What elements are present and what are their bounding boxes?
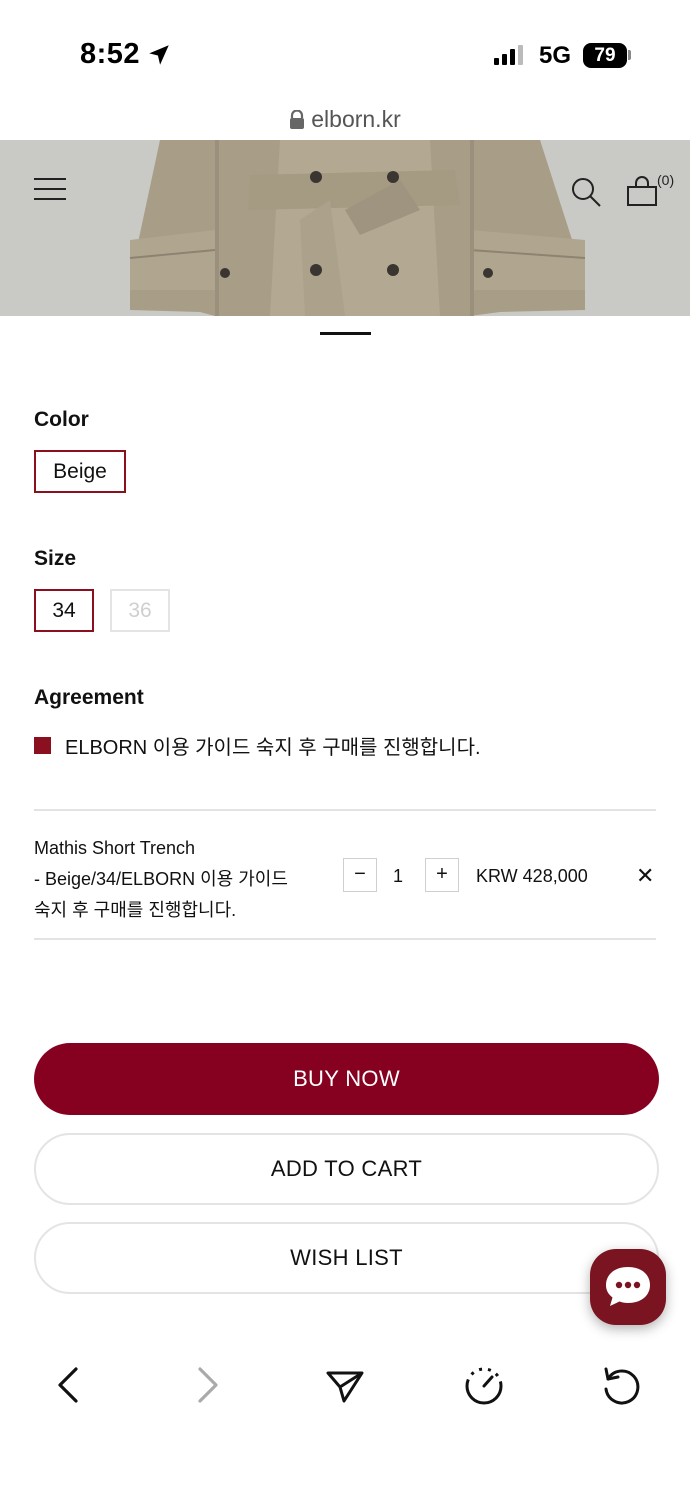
agreement-text: ELBORN 이용 가이드 숙지 후 구매를 진행합니다. xyxy=(65,737,481,759)
divider-top xyxy=(34,809,656,811)
shopping-bag-icon[interactable] xyxy=(626,176,658,208)
location-arrow-icon xyxy=(149,45,169,65)
trench-coat-image xyxy=(0,140,690,316)
reload-icon[interactable] xyxy=(600,1365,642,1407)
remove-item-icon[interactable]: ✕ xyxy=(636,863,654,889)
network-type: 5G xyxy=(539,42,572,69)
divider-bottom xyxy=(34,938,656,940)
chat-bubble-icon xyxy=(606,1267,650,1306)
quantity-value: 1 xyxy=(392,866,403,886)
color-option-beige[interactable]: Beige xyxy=(34,450,126,493)
lock-icon xyxy=(290,109,305,129)
status-time: 8:52 xyxy=(80,38,141,70)
product-image[interactable] xyxy=(0,140,690,316)
selected-item-name: Mathis Short Trench - Beige/34/ELBORN 이용… xyxy=(34,833,324,926)
selected-item-title: Mathis Short Trench xyxy=(34,838,196,858)
status-bar: 8:52 5G 79 xyxy=(0,0,690,100)
agreement-checkbox[interactable] xyxy=(34,737,51,754)
back-icon[interactable] xyxy=(54,1365,84,1405)
size-option-36: 36 xyxy=(110,589,170,632)
selected-item-options: - Beige/34/ELBORN 이용 가이드 xyxy=(34,869,288,889)
add-to-cart-button[interactable]: ADD TO CART xyxy=(34,1133,659,1205)
agreement-option[interactable]: ELBORN 이용 가이드 숙지 후 구매를 진행합니다. xyxy=(34,731,481,760)
wish-list-button[interactable]: WISH LIST xyxy=(34,1222,659,1294)
url-bar[interactable]: elborn.kr xyxy=(0,100,690,140)
menu-icon[interactable] xyxy=(34,178,66,204)
search-icon[interactable] xyxy=(570,176,602,208)
quantity-decrease-button[interactable]: − xyxy=(343,858,377,892)
forward-icon xyxy=(198,1367,218,1403)
browser-toolbar xyxy=(0,1345,690,1500)
selected-item-options-cont: 숙지 후 구매를 진행합니다. xyxy=(34,900,237,920)
size-label: Size xyxy=(34,547,77,570)
signal-icon xyxy=(494,45,523,65)
url-text: elborn.kr xyxy=(311,106,401,132)
buy-now-button[interactable]: BUY NOW xyxy=(34,1043,659,1115)
item-price: KRW 428,000 xyxy=(476,866,588,886)
quantity-increase-button[interactable]: + xyxy=(425,858,459,892)
battery-tip xyxy=(628,50,631,60)
speed-dial-icon[interactable] xyxy=(463,1365,505,1407)
slide-indicator xyxy=(320,332,371,335)
agreement-label: Agreement xyxy=(34,686,144,709)
color-label: Color xyxy=(34,408,89,431)
chat-button[interactable] xyxy=(590,1249,666,1325)
size-option-34[interactable]: 34 xyxy=(34,589,94,632)
battery-indicator: 79 xyxy=(583,43,627,68)
share-icon[interactable] xyxy=(325,1365,365,1405)
cart-count: (0) xyxy=(657,172,675,188)
